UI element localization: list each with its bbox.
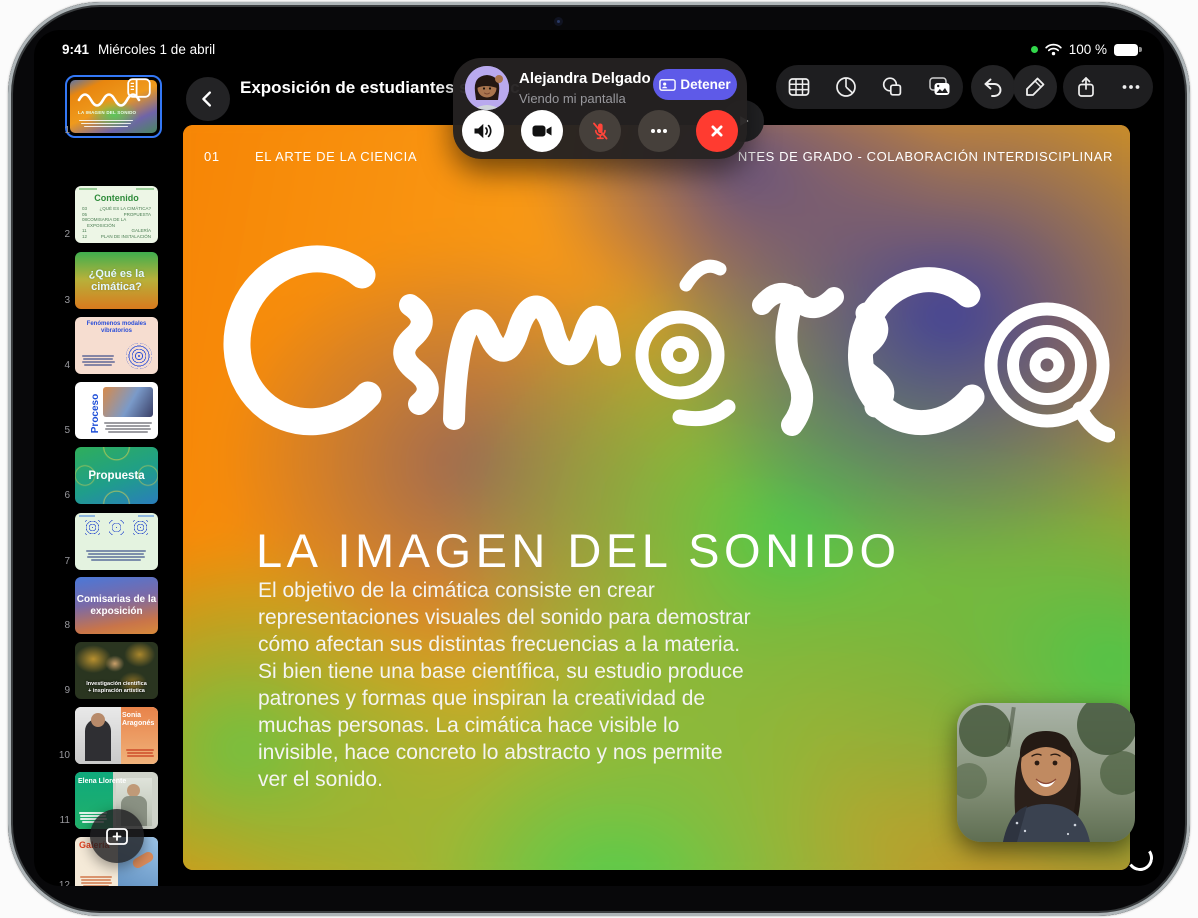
thumb-title: Contenido	[75, 193, 158, 203]
speaker-icon	[471, 119, 495, 143]
caller-avatar	[465, 66, 509, 110]
slide-number: 2	[34, 229, 70, 240]
slide-body-text: El objetivo de la cimática consiste en c…	[258, 577, 918, 793]
media-icon	[928, 75, 952, 99]
stop-sharing-button[interactable]: Detener	[653, 69, 737, 100]
thumb-title: Propuesta	[88, 470, 144, 482]
slide-number: 8	[34, 620, 70, 631]
front-camera	[554, 17, 563, 26]
slide-thumbnail-10[interactable]: Sonia Aragonés	[75, 707, 158, 764]
undo-button[interactable]	[971, 65, 1015, 109]
slide-navigator: LA IMAGEN DEL SONIDO 1 Contenido 03¿QUÉ …	[34, 64, 180, 886]
slide-thumbnail-2[interactable]: Contenido 03¿QUÉ ES LA CIMÁTICA? 05PROPU…	[75, 186, 158, 243]
markup-pen-icon	[1023, 75, 1047, 99]
markup-button[interactable]	[1013, 65, 1057, 109]
slide-header-left: EL ARTE DE LA CIENCIA	[255, 149, 417, 164]
slide-thumbnail-6[interactable]: Propuesta	[75, 447, 158, 504]
ellipsis-icon	[1119, 75, 1143, 99]
slide-header-right: NTES DE GRADO - COLABORACIÓN INTERDISCIP…	[738, 149, 1113, 164]
facetime-shareplay-pill: Alejandra Delgado Viendo mi pantalla Det…	[453, 58, 747, 159]
slide-subtitle: LA IMAGEN DEL SONIDO	[256, 523, 901, 578]
video-camera-icon	[530, 119, 554, 143]
mute-button[interactable]	[579, 110, 621, 152]
camera-in-use-indicator	[1031, 46, 1038, 53]
add-slide-icon	[104, 824, 130, 848]
slide-thumbnail-4[interactable]: Fenómenos modales vibratorios	[75, 317, 158, 374]
slide-number: 10	[34, 750, 70, 761]
screen-share-icon	[659, 78, 676, 92]
slide-number: 7	[34, 556, 70, 567]
battery-icon	[1114, 44, 1138, 56]
ellipsis-icon	[647, 119, 671, 143]
thumb-title: Investigación científica + inspiración a…	[75, 681, 158, 694]
slide-number: 9	[34, 685, 70, 696]
table-icon	[787, 75, 811, 99]
caller-name: Alejandra Delgado	[519, 70, 651, 87]
slide-number: 11	[34, 815, 70, 826]
date: Miércoles 1 de abril	[98, 42, 215, 57]
shapes-icon	[881, 75, 905, 99]
thumb-title: Proceso	[90, 394, 101, 433]
thumb-title: ¿Qué es la cimática?	[75, 268, 158, 293]
shapes-button[interactable]	[871, 65, 915, 109]
thumb-title: Sonia Aragonés	[122, 712, 156, 727]
back-button[interactable]	[186, 77, 230, 121]
slide-page-number: 01	[204, 149, 220, 164]
share-icon	[1074, 75, 1098, 99]
wifi-icon	[1045, 43, 1062, 56]
table-button[interactable]	[777, 65, 821, 109]
more-button[interactable]	[1109, 65, 1153, 109]
ipad-device: 9:41 Miércoles 1 de abril 100 %	[8, 2, 1190, 916]
marketing-stage: 9:41 Miércoles 1 de abril 100 %	[0, 0, 1198, 918]
media-button[interactable]	[918, 65, 962, 109]
share-toolbar-group	[1063, 65, 1153, 109]
slide-thumbnail-7[interactable]	[75, 513, 158, 570]
insert-toolbar-group	[776, 65, 963, 109]
back-chevron-icon	[197, 88, 219, 110]
slide-thumbnail-5[interactable]: Proceso	[75, 382, 158, 439]
mic-muted-icon	[588, 119, 612, 143]
screen: 9:41 Miércoles 1 de abril 100 %	[34, 30, 1164, 886]
slide-number: 6	[34, 490, 70, 501]
pie-chart-icon	[834, 75, 858, 99]
share-button[interactable]	[1064, 65, 1108, 109]
chart-button[interactable]	[824, 65, 868, 109]
facetime-pip-video[interactable]	[957, 703, 1135, 842]
share-status: Viendo mi pantalla	[519, 91, 626, 106]
speaker-button[interactable]	[462, 110, 504, 152]
video-button[interactable]	[521, 110, 563, 152]
facetime-more-button[interactable]	[638, 110, 680, 152]
add-slide-button[interactable]	[90, 809, 144, 863]
slide-thumbnail-3[interactable]: ¿Qué es la cimática?	[75, 252, 158, 309]
end-call-x-icon	[706, 120, 728, 142]
slide-number: 4	[34, 360, 70, 371]
pip-portrait	[957, 703, 1135, 842]
slide-number: 5	[34, 425, 70, 436]
clock: 9:41	[62, 42, 89, 57]
slide-number: 3	[34, 295, 70, 306]
end-call-button[interactable]	[696, 110, 738, 152]
slide-thumbnail-8[interactable]: Comisarias de la exposición	[75, 577, 158, 634]
navigator-toggle-icon[interactable]	[127, 78, 151, 98]
battery-percentage: 100 %	[1069, 42, 1107, 57]
thumb-title: Elena Llorente	[78, 778, 126, 786]
slide-title-artwork	[199, 183, 1115, 483]
stop-sharing-label: Detener	[680, 77, 730, 92]
thumb-title: Comisarias de la exposición	[75, 594, 158, 617]
thumb-subtitle: LA IMAGEN DEL SONIDO	[78, 110, 136, 115]
undo-icon	[981, 75, 1005, 99]
slide-number: 12	[34, 880, 70, 886]
slide-number: 1	[34, 125, 70, 136]
thumb-title: Fenómenos modales vibratorios	[75, 321, 158, 335]
slide-thumbnail-9[interactable]: Investigación científica + inspiración a…	[75, 642, 158, 699]
